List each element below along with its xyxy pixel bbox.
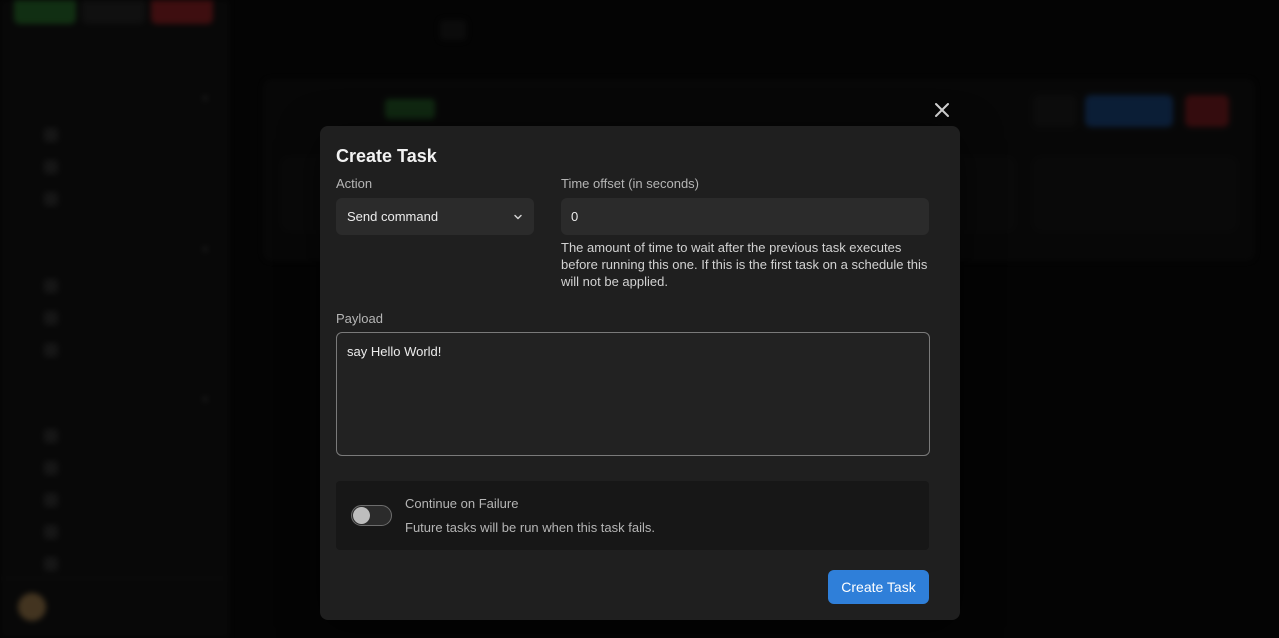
modal-title: Create Task <box>336 146 437 166</box>
payload-field[interactable]: say Hello World! <box>336 332 930 456</box>
payload-label: Payload <box>336 311 383 326</box>
time-offset-help: The amount of time to wait after the pre… <box>561 240 928 289</box>
continue-on-failure-section: Continue on Failure Future tasks will be… <box>336 481 929 550</box>
time-offset-label: Time offset (in seconds) <box>561 176 699 191</box>
continue-on-failure-description: Future tasks will be run when this task … <box>405 520 655 535</box>
continue-on-failure-title: Continue on Failure <box>405 496 519 511</box>
action-select[interactable]: Send command <box>336 198 534 235</box>
time-offset-input[interactable] <box>561 198 929 235</box>
create-task-button[interactable]: Create Task <box>828 570 929 604</box>
payload-textarea[interactable]: say Hello World! <box>337 333 929 455</box>
toggle-knob <box>353 507 370 524</box>
action-select-value: Send command <box>347 209 439 224</box>
create-task-modal: Create Task Action Send command Time off… <box>320 126 960 620</box>
continue-on-failure-toggle[interactable] <box>351 505 392 526</box>
screen: ▾ ▾ ▾ <box>0 0 1279 638</box>
close-icon[interactable] <box>931 99 953 121</box>
time-offset-field[interactable] <box>561 198 929 235</box>
chevron-down-icon <box>514 214 522 220</box>
action-label: Action <box>336 176 373 191</box>
